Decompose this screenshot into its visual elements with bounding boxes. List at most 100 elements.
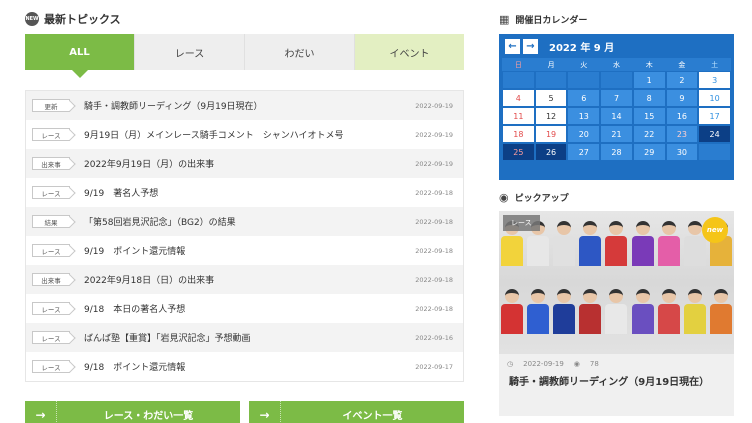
event-list-button[interactable]: → イベント一覧 (249, 401, 464, 423)
item-title[interactable]: 9/19 著名人予想 (84, 186, 407, 199)
calendar-day[interactable]: 19 (534, 125, 568, 143)
item-title[interactable]: 騎手・調教師リーディング（9月19日現在） (84, 99, 407, 112)
item-title[interactable]: 「第58回岩見沢記念」（BG2）の結果 (84, 215, 407, 228)
calendar-day[interactable]: 15 (632, 107, 666, 125)
calendar-day[interactable]: 20 (567, 125, 601, 143)
eye-icon: ◉ (499, 190, 509, 204)
sidebar: ▦ 開催日カレンダー ← → 2022 年 9 月 日 月 火 水 木 金 土 … (499, 8, 734, 416)
list-item[interactable]: レース 9/18 本日の著名人予想 2022-09-18 (26, 294, 463, 323)
arrow-right-icon: → (25, 401, 57, 423)
calendar-day[interactable]: 6 (567, 89, 601, 107)
pickup-card[interactable]: レース new ◷ 2022-09-19 ◉ 78 騎手・調教師リーディング（9… (499, 211, 734, 416)
category-badge: レース (32, 186, 70, 199)
item-title[interactable]: 9/19 ポイント還元情報 (84, 244, 407, 257)
calendar-day[interactable]: 24 (698, 125, 731, 143)
calendar-day[interactable]: 22 (632, 125, 666, 143)
list-item[interactable]: レース 9/19 ポイント還元情報 2022-09-18 (26, 236, 463, 265)
item-date: 2022-09-19 (415, 159, 453, 168)
calendar-day (600, 71, 633, 89)
calendar-month: 2022 年 9 月 (549, 42, 615, 54)
calendar-day[interactable]: 3 (698, 71, 731, 89)
calendar-day[interactable]: 26 (534, 143, 568, 161)
pickup-title: ピックアップ (514, 193, 569, 204)
calendar-day[interactable]: 16 (665, 107, 699, 125)
calendar-day[interactable]: 28 (600, 143, 633, 161)
pickup-photo[interactable]: レース new (499, 211, 734, 354)
weekday-label: 日 (502, 58, 535, 71)
calendar-day[interactable]: 17 (698, 107, 731, 125)
list-item[interactable]: レース 9/19 著名人予想 2022-09-18 (26, 178, 463, 207)
item-title[interactable]: 9/18 ポイント還元情報 (84, 360, 407, 373)
item-title[interactable]: 2022年9月18日（日）の出来事 (84, 273, 407, 286)
category-badge: レース (32, 302, 70, 315)
weekday-label: 水 (600, 58, 633, 71)
weekday-label: 月 (534, 58, 568, 71)
calendar-grid: 日 月 火 水 木 金 土 1 2 3 4 5 6 7 8 9 10 11 12 (502, 58, 731, 161)
jockey-group-photo-bottom (499, 289, 734, 334)
list-item[interactable]: 結果 「第58回岩見沢記念」（BG2）の結果 2022-09-18 (26, 207, 463, 236)
calendar-day[interactable]: 10 (698, 89, 731, 107)
item-date: 2022-09-18 (415, 246, 453, 255)
calendar-day[interactable]: 1 (632, 71, 666, 89)
calendar-day[interactable]: 30 (665, 143, 699, 161)
tab-race[interactable]: レース (135, 34, 245, 70)
calendar-day (567, 71, 601, 89)
pickup-date: 2022-09-19 (523, 360, 564, 368)
calendar-day[interactable]: 23 (665, 125, 699, 143)
calendar-header: ▦ 開催日カレンダー (499, 8, 734, 30)
calendar-day (502, 71, 535, 89)
item-date: 2022-09-18 (415, 304, 453, 313)
tab-topic[interactable]: わだい (245, 34, 355, 70)
list-item[interactable]: レース 9/18 ポイント還元情報 2022-09-17 (26, 352, 463, 381)
race-topic-list-button[interactable]: → レース・わだい一覧 (25, 401, 240, 423)
list-item[interactable]: レース 9月19日（月）メインレース騎手コメント シャンハイオトメ号 2022-09… (26, 120, 463, 149)
calendar-day[interactable]: 2 (665, 71, 699, 89)
calendar-title: 開催日カレンダー (515, 15, 588, 26)
list-item[interactable]: 更新 騎手・調教師リーディング（9月19日現在） 2022-09-19 (26, 91, 463, 120)
pickup-caption[interactable]: 騎手・調教師リーディング（9月19日現在） (499, 368, 734, 388)
item-date: 2022-09-19 (415, 101, 453, 110)
category-badge: 出来事 (32, 273, 70, 286)
calendar-day[interactable]: 11 (502, 107, 535, 125)
new-badge: new (702, 217, 728, 243)
pickup-meta: ◷ 2022-09-19 ◉ 78 (499, 354, 734, 368)
calendar-day[interactable]: 9 (665, 89, 699, 107)
item-title[interactable]: 9月19日（月）メインレース騎手コメント シャンハイオトメ号 (84, 128, 407, 141)
calendar-day[interactable]: 18 (502, 125, 535, 143)
list-item[interactable]: 出来事 2022年9月18日（日）の出来事 2022-09-18 (26, 265, 463, 294)
calendar-icon: ▦ (499, 12, 510, 26)
calendar-day[interactable]: 25 (502, 143, 535, 161)
calendar-day[interactable]: 29 (632, 143, 666, 161)
calendar-day[interactable]: 27 (567, 143, 601, 161)
calendar-day[interactable]: 21 (600, 125, 633, 143)
pickup-views: 78 (589, 360, 599, 368)
tab-event[interactable]: イベント (355, 34, 464, 70)
calendar-day[interactable]: 8 (632, 89, 666, 107)
next-month-button[interactable]: → (523, 38, 538, 54)
item-title[interactable]: ばんば塾【重賞】「岩見沢記念」予想動画 (84, 331, 407, 344)
category-badge: 結果 (32, 215, 70, 228)
topics-title: 最新トピックス (44, 13, 121, 26)
prev-month-button[interactable]: ← (505, 38, 520, 54)
item-date: 2022-09-17 (415, 362, 453, 371)
item-date: 2022-09-16 (415, 333, 453, 342)
calendar-day[interactable]: 14 (600, 107, 633, 125)
tab-all[interactable]: ALL (25, 34, 135, 78)
list-item[interactable]: レース ばんば塾【重賞】「岩見沢記念」予想動画 2022-09-16 (26, 323, 463, 352)
item-title[interactable]: 9/18 本日の著名人予想 (84, 302, 407, 315)
topics-header: NEW 最新トピックス (25, 8, 464, 30)
topics-tabs: ALL レース わだい イベント (25, 34, 464, 78)
item-date: 2022-09-19 (415, 130, 453, 139)
list-item[interactable]: 出来事 2022年9月19日（月）の出来事 2022-09-19 (26, 149, 463, 178)
calendar-day[interactable]: 12 (534, 107, 568, 125)
item-title[interactable]: 2022年9月19日（月）の出来事 (84, 157, 407, 170)
category-badge: レース (32, 244, 70, 257)
calendar-day[interactable]: 13 (567, 107, 601, 125)
weekday-label: 土 (698, 58, 731, 71)
calendar-day[interactable]: 5 (534, 89, 568, 107)
race-calendar: ← → 2022 年 9 月 日 月 火 水 木 金 土 1 2 3 4 5 6… (499, 34, 734, 180)
category-badge: 出来事 (32, 157, 70, 170)
calendar-day[interactable]: 4 (502, 89, 535, 107)
topics-list: 更新 騎手・調教師リーディング（9月19日現在） 2022-09-19 レース 9月1… (25, 90, 464, 382)
calendar-day[interactable]: 7 (600, 89, 633, 107)
